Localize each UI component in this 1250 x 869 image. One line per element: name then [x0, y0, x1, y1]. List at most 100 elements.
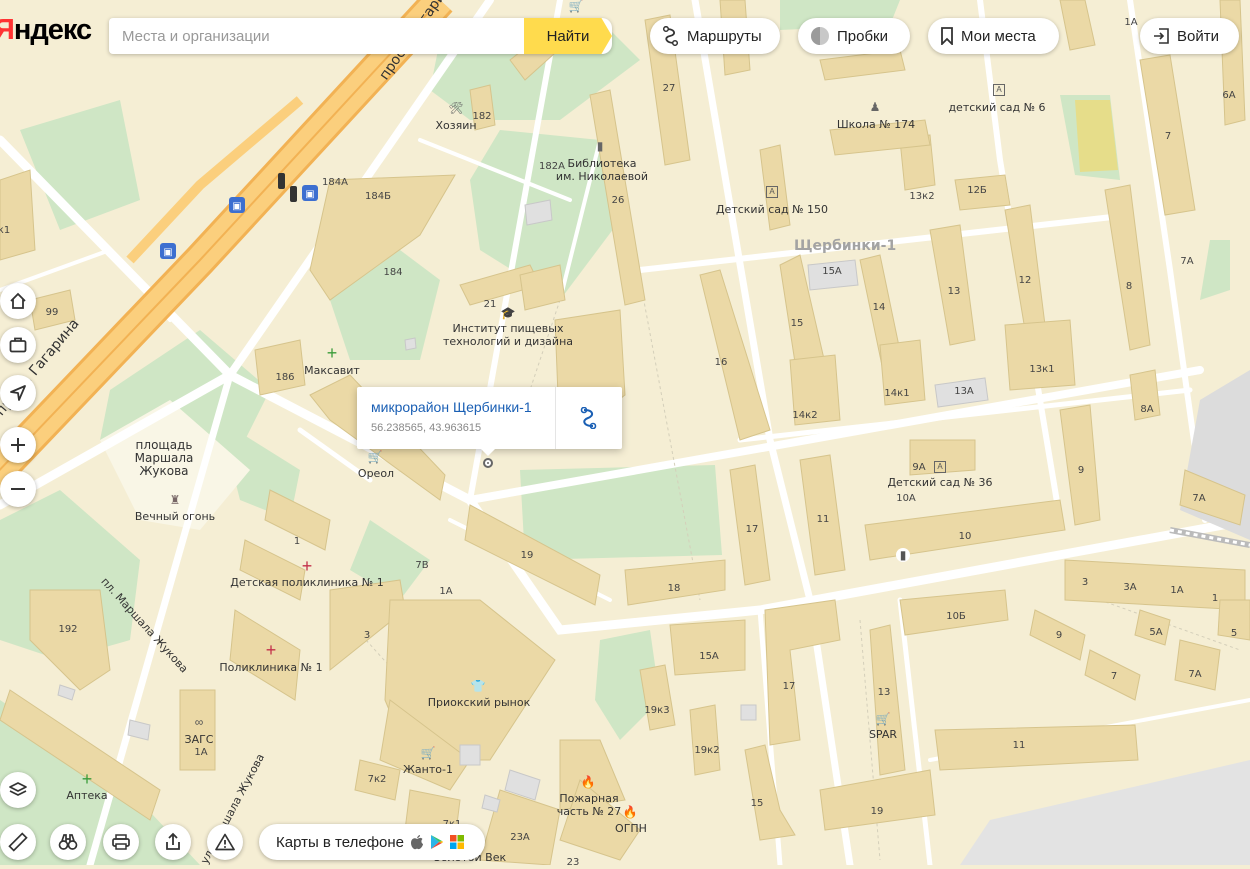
house-number: 184	[383, 267, 403, 278]
house-number: 186	[275, 372, 295, 383]
school-icon[interactable]: ♟	[868, 100, 882, 114]
house-number: 8	[1125, 281, 1133, 292]
pharmacy-plus-icon-2[interactable]: +	[80, 770, 94, 788]
place-label-zags: ЗАГС	[184, 733, 214, 746]
kindergarten-150-icon[interactable]: A	[766, 186, 778, 198]
printer-icon	[112, 834, 130, 850]
house-number: 7В	[415, 560, 429, 571]
place-label-kinder36: Детский сад № 36	[887, 476, 993, 489]
search-box[interactable]: Найти	[109, 18, 612, 54]
house-number: 19	[520, 550, 534, 561]
monument-icon[interactable]: ♜	[168, 493, 182, 507]
shop-cart-icon-2[interactable]: 🛒	[421, 746, 436, 760]
home-button[interactable]	[0, 283, 36, 319]
clinic-cross-icon-2[interactable]: +	[264, 641, 278, 659]
house-number: 15	[750, 798, 764, 809]
panorama-button[interactable]	[50, 824, 86, 860]
house-number: 7к2	[367, 774, 387, 785]
fire-icon-2[interactable]: 🔥	[623, 805, 638, 819]
mobile-app-banner[interactable]: Карты в телефоне	[259, 824, 485, 860]
place-label-ogpn: ОГПН	[615, 822, 647, 835]
login-icon	[1154, 28, 1169, 44]
library-icon[interactable]: ▮	[593, 139, 607, 153]
house-number: 23А	[510, 832, 530, 843]
place-label-kids-clinic: Детская поликлиника № 1	[230, 576, 384, 589]
traffic-button[interactable]: Пробки	[798, 18, 910, 54]
selected-location-pin[interactable]	[483, 458, 493, 468]
report-error-button[interactable]	[207, 824, 243, 860]
house-number: 1А	[1170, 585, 1184, 596]
house-number: 10А	[896, 493, 916, 504]
book-shop-icon[interactable]: ▮	[896, 548, 910, 562]
house-number: 19к2	[694, 745, 720, 756]
windows-icon	[450, 835, 464, 849]
work-button[interactable]	[0, 327, 36, 363]
place-label-kinder150: Детский сад № 150	[715, 203, 829, 216]
svg-text:▣: ▣	[232, 201, 241, 212]
registry-rings-icon[interactable]: ∞	[192, 715, 206, 729]
layers-button[interactable]	[0, 772, 36, 808]
search-input[interactable]	[109, 18, 522, 54]
my-location-button[interactable]	[0, 375, 36, 411]
house-number: 182А	[539, 161, 565, 172]
traffic-icon	[811, 27, 829, 45]
market-icon[interactable]: 👕	[471, 679, 486, 693]
place-label-zhanto: Жанто-1	[403, 763, 453, 776]
place-label-market: Приокский рынок	[427, 696, 531, 709]
login-label: Войти	[1177, 27, 1219, 45]
house-number: 99	[45, 307, 59, 318]
layers-icon	[9, 782, 27, 796]
kindergarten-36-icon[interactable]: A	[934, 461, 946, 473]
house-number: 184А	[322, 177, 348, 188]
find-button[interactable]: Найти	[524, 18, 612, 54]
house-number: 7А	[1188, 669, 1202, 680]
house-number: 12	[1018, 275, 1032, 286]
house-number: 1А	[1124, 17, 1138, 28]
fire-station-icon[interactable]: 🔥	[581, 775, 596, 789]
house-number: 26	[611, 195, 625, 206]
login-button[interactable]: Войти	[1140, 18, 1239, 54]
share-icon	[166, 832, 180, 850]
house-number: 7А	[1180, 256, 1194, 267]
route-button[interactable]	[556, 387, 622, 449]
house-number: 11	[1012, 740, 1026, 751]
place-label-maksavit: Максавит	[304, 364, 360, 377]
house-number: 1А	[439, 586, 453, 597]
house-number: 9	[1055, 630, 1063, 641]
location-arrow-icon	[10, 385, 26, 401]
place-label-pharmacy: Аптека	[66, 789, 108, 802]
place-label-library: Библиотека им. Николаевой	[555, 157, 649, 183]
house-number: 16	[714, 357, 728, 368]
zoom-in-button[interactable]	[0, 427, 36, 463]
route-icon	[580, 407, 597, 429]
zoom-out-button[interactable]	[0, 471, 36, 507]
house-number: 15А	[822, 266, 842, 277]
place-label-hozyain: Хозяин	[435, 119, 477, 132]
shop-cart-icon-3[interactable]: 🛒	[876, 712, 891, 726]
popup-title[interactable]: микрорайон Щербинки-1	[371, 399, 532, 415]
place-label-oreol: Ореол	[357, 467, 395, 480]
share-button[interactable]	[155, 824, 191, 860]
house-number: 18	[667, 583, 681, 594]
hardware-store-icon[interactable]: 🛠	[448, 101, 463, 115]
house-number: 1А	[194, 747, 208, 758]
kindergarten-icon[interactable]: A	[993, 84, 1005, 96]
my-places-button[interactable]: Мои места	[928, 18, 1059, 54]
print-button[interactable]	[103, 824, 139, 860]
house-number: 23	[566, 857, 580, 868]
ruler-button[interactable]	[0, 824, 36, 860]
routes-button[interactable]: Маршруты	[650, 18, 780, 54]
traffic-label: Пробки	[837, 27, 888, 45]
house-number: 1	[293, 536, 301, 547]
pharmacy-plus-icon[interactable]: +	[325, 344, 339, 362]
yandex-logo[interactable]: Яндекс	[0, 14, 92, 47]
shop-cart-icon[interactable]: 🛒	[368, 450, 383, 464]
house-number: 6А	[1222, 90, 1236, 101]
clinic-cross-icon[interactable]: +	[300, 557, 314, 575]
house-number: 3А	[1123, 582, 1137, 593]
shop-cart-icon-top[interactable]: 🛒	[569, 0, 584, 13]
minus-icon	[11, 488, 25, 490]
mobile-app-label: Карты в телефоне	[276, 833, 404, 851]
place-popup[interactable]: микрорайон Щербинки-1 56.238565, 43.9636…	[357, 387, 622, 456]
university-icon[interactable]: 🎓	[501, 306, 516, 320]
